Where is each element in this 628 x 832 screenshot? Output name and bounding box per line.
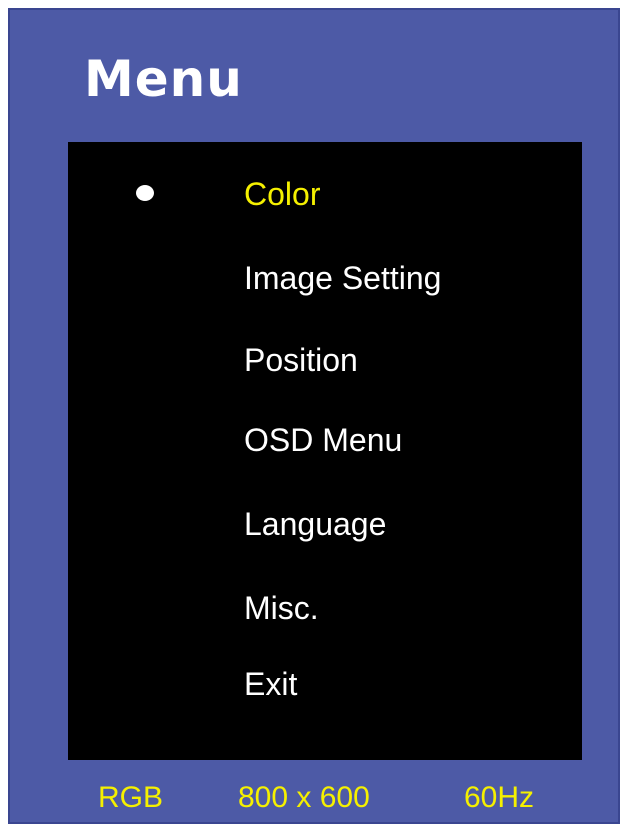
menu-panel: Color Image Setting Position OSD Menu La…	[68, 142, 582, 760]
refresh-rate-label: 60Hz	[464, 781, 535, 814]
menu-item-color[interactable]: Color	[68, 164, 582, 224]
osd-window: Menu Color Image Setting Position OSD Me…	[8, 8, 620, 824]
osd-title: Menu	[84, 50, 243, 108]
menu-item-label: Position	[244, 342, 358, 378]
menu-item-label: Color	[244, 176, 321, 212]
menu-item-label: Misc.	[244, 590, 319, 626]
menu-item-label: OSD Menu	[244, 422, 403, 458]
menu-item-language[interactable]: Language	[68, 494, 582, 554]
menu-item-osd-menu[interactable]: OSD Menu	[68, 410, 582, 470]
resolution-label: 800 x 600	[238, 781, 370, 814]
menu-item-position[interactable]: Position	[68, 330, 582, 390]
menu-item-label: Image Setting	[244, 260, 442, 296]
bullet-icon	[136, 185, 154, 201]
menu-item-label: Exit	[244, 666, 298, 702]
menu-item-image-setting[interactable]: Image Setting	[68, 248, 582, 308]
menu-item-exit[interactable]: Exit	[68, 654, 582, 714]
menu-item-misc[interactable]: Misc.	[68, 578, 582, 638]
input-signal-label: RGB	[98, 781, 164, 814]
menu-item-label: Language	[244, 506, 387, 542]
status-bar: RGB 800 x 600 60Hz	[10, 778, 622, 818]
